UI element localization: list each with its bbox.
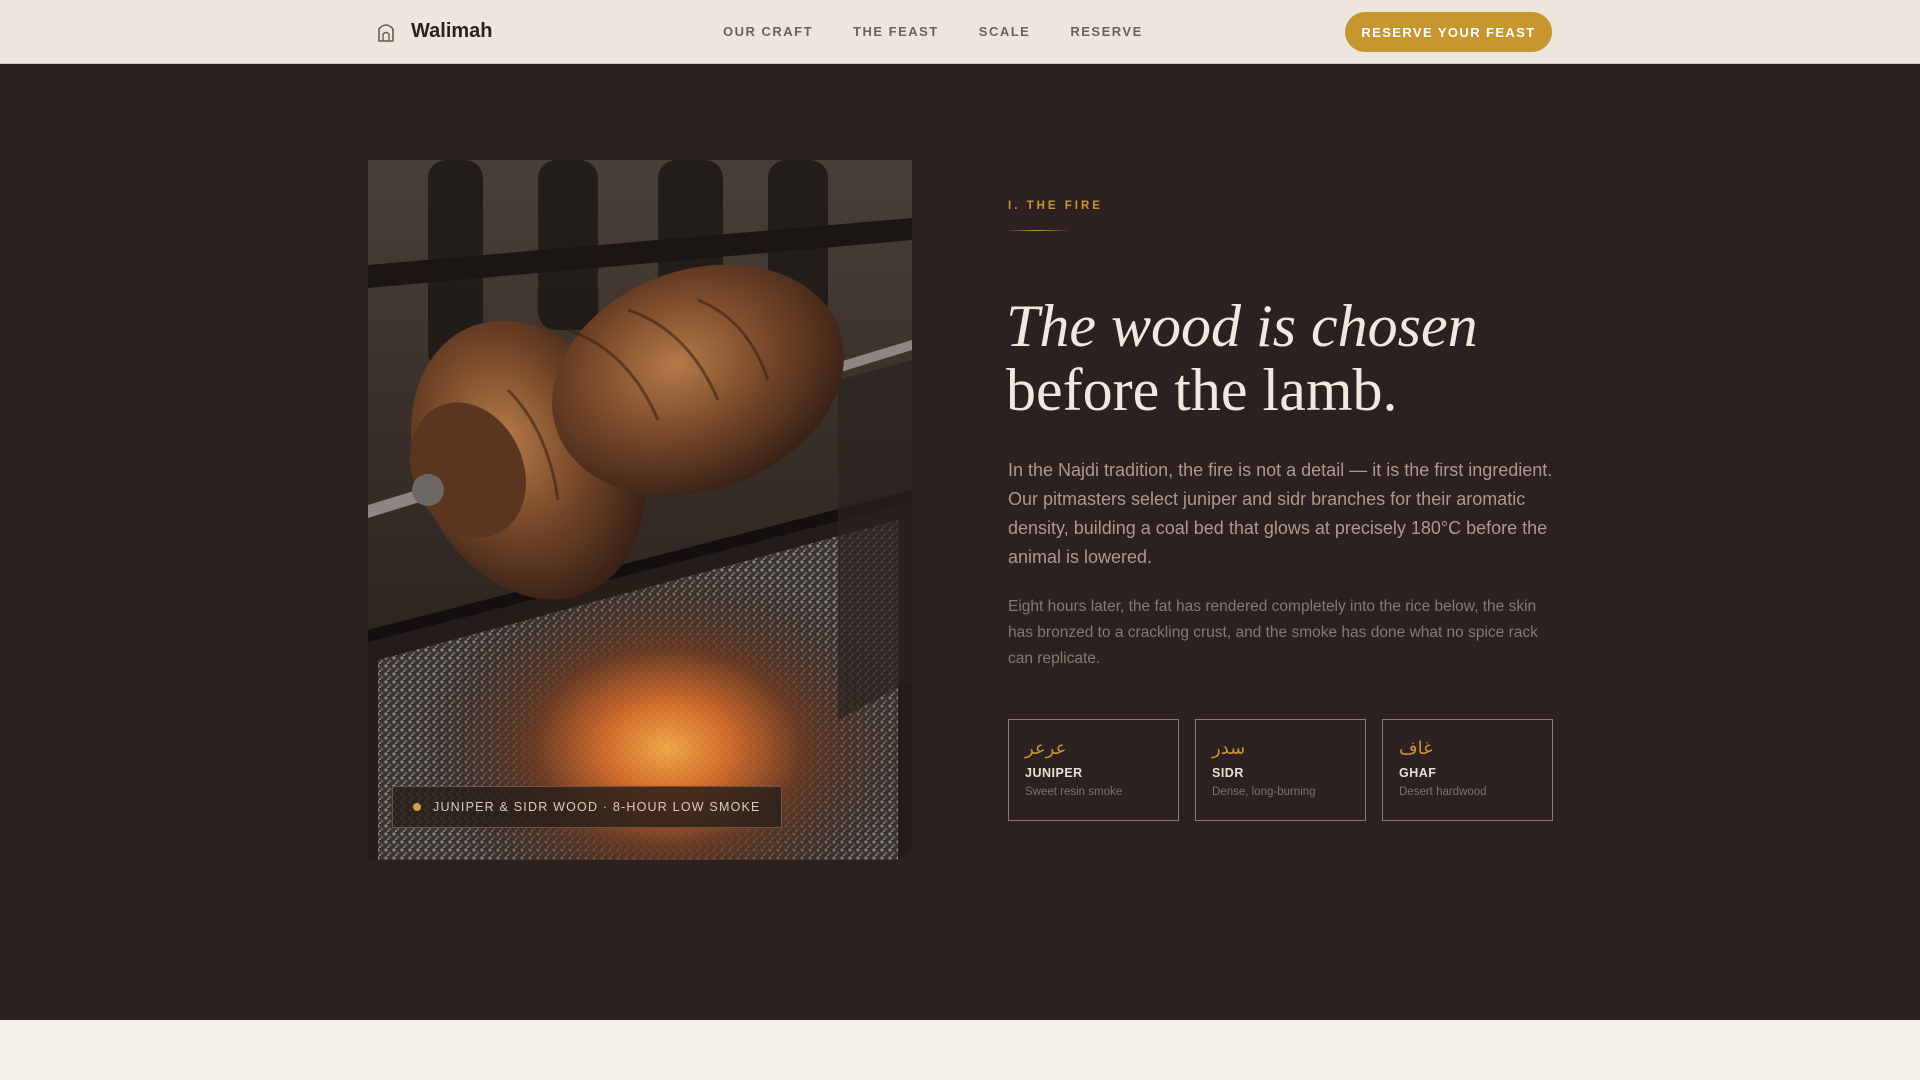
wood-note: Desert hardwood [1399, 786, 1487, 798]
wood-card-ghaf: غاف GHAF Desert hardwood [1382, 719, 1553, 821]
nav-link-scale[interactable]: SCALE [979, 24, 1031, 39]
caption-text: JUNIPER & SIDR WOOD · 8-HOUR LOW SMOKE [433, 800, 761, 814]
tent-icon [378, 23, 394, 42]
section-headline: The wood is chosen before the lamb. [1006, 294, 1478, 422]
brand-logo[interactable]: Walimah [377, 20, 493, 43]
image-caption: JUNIPER & SIDR WOOD · 8-HOUR LOW SMOKE [392, 786, 782, 828]
wood-card-sidr: سدر SIDR Dense, long-burning [1195, 719, 1366, 821]
headline-line-2: before the lamb. [1006, 357, 1398, 423]
hero-photo-roasting-lamb: JUNIPER & SIDR WOOD · 8-HOUR LOW SMOKE [368, 160, 912, 860]
nav-link-reserve[interactable]: RESERVE [1070, 24, 1142, 39]
reserve-your-feast-button[interactable]: RESERVE YOUR FEAST [1345, 12, 1552, 52]
section-eyebrow: I. THE FIRE [1008, 200, 1103, 212]
wood-name: SIDR [1212, 766, 1244, 780]
wood-note: Dense, long-burning [1212, 786, 1316, 798]
wood-name: JUNIPER [1025, 766, 1083, 780]
nav-link-the-feast[interactable]: THE FEAST [853, 24, 939, 39]
wood-note: Sweet resin smoke [1025, 786, 1123, 798]
roasting-lamb-image [368, 160, 912, 860]
brand-name: Walimah [411, 20, 493, 42]
nav-links: OUR CRAFT THE FEAST SCALE RESERVE [723, 24, 1143, 39]
next-section-edge [0, 1020, 1920, 1080]
wood-arabic-name: سدر [1212, 738, 1246, 759]
wood-card-juniper: عرعر JUNIPER Sweet resin smoke [1008, 719, 1179, 821]
wood-arabic-name: عرعر [1025, 738, 1067, 759]
lead-paragraph: In the Najdi tradition, the fire is not … [1008, 460, 1553, 567]
wood-arabic-name: غاف [1399, 738, 1433, 759]
headline-line-1: The wood is chosen [1006, 293, 1478, 359]
nav-link-our-craft[interactable]: OUR CRAFT [723, 24, 813, 39]
wood-name: GHAF [1399, 766, 1437, 780]
top-navigation: Walimah OUR CRAFT THE FEAST SCALE RESERV… [0, 0, 1920, 64]
body-paragraph: Eight hours later, the fat has rendered … [1008, 598, 1538, 667]
dot-icon [413, 803, 421, 811]
eyebrow-divider [1008, 230, 1068, 231]
wood-cards: عرعر JUNIPER Sweet resin smoke سدر SIDR … [1008, 719, 1553, 821]
